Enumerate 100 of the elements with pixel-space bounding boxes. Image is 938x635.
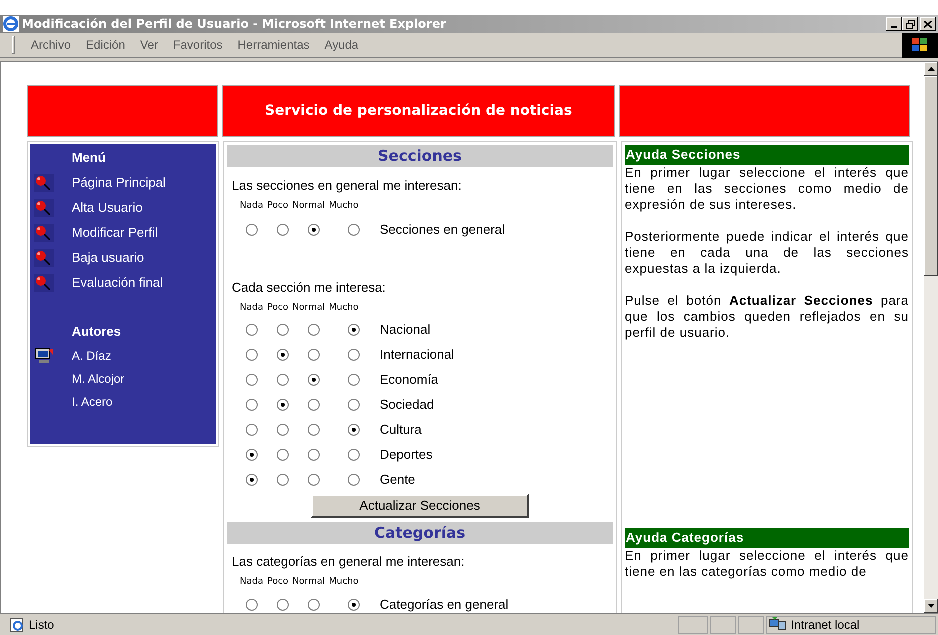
radio-button[interactable] bbox=[246, 474, 258, 486]
pushpin-icon bbox=[34, 198, 54, 216]
section-heading: Secciones bbox=[227, 145, 613, 167]
radio-button[interactable] bbox=[348, 348, 360, 360]
option-label: Nacional bbox=[380, 320, 431, 339]
restore-button[interactable] bbox=[902, 17, 918, 31]
radio-button[interactable] bbox=[308, 224, 320, 236]
author-link[interactable]: I. Acero bbox=[72, 392, 113, 410]
radio-button[interactable] bbox=[308, 324, 320, 336]
radio-button[interactable] bbox=[348, 424, 360, 436]
help-heading: Ayuda Categorías bbox=[625, 528, 909, 548]
prompt-text: Cada sección me interesa: bbox=[232, 279, 387, 297]
restore-icon bbox=[906, 20, 914, 28]
radio-button[interactable] bbox=[348, 598, 360, 610]
scale-label: Poco bbox=[267, 576, 289, 588]
menu-item[interactable]: Ayuda bbox=[324, 36, 359, 54]
nav-link[interactable]: Alta Usuario bbox=[72, 198, 143, 218]
radio-button[interactable] bbox=[246, 598, 258, 610]
radio-button[interactable] bbox=[277, 474, 289, 486]
radio-button[interactable] bbox=[246, 324, 258, 336]
menu-item[interactable]: Edición bbox=[86, 36, 126, 54]
scale-label: Poco bbox=[267, 200, 289, 212]
radio-button[interactable] bbox=[277, 324, 289, 336]
option-label: Gente bbox=[380, 470, 416, 489]
radio-button[interactable] bbox=[246, 448, 258, 460]
radio-button[interactable] bbox=[348, 474, 360, 486]
pushpin-icon bbox=[34, 274, 54, 292]
close-icon bbox=[924, 20, 932, 28]
radio-button[interactable] bbox=[348, 448, 360, 460]
radio-button[interactable] bbox=[277, 424, 289, 436]
radio-button[interactable] bbox=[246, 398, 258, 410]
menu-item[interactable]: Herramientas bbox=[238, 36, 310, 54]
radio-button[interactable] bbox=[308, 374, 320, 386]
scale-label: Normal bbox=[292, 200, 326, 212]
status-panel bbox=[678, 616, 708, 634]
scroll-down-icon bbox=[928, 604, 934, 608]
zone-text: Intranet local bbox=[791, 616, 860, 634]
pushpin-icon bbox=[34, 174, 54, 192]
update-sections-button[interactable]: Actualizar Secciones bbox=[311, 494, 529, 518]
option-label: Deportes bbox=[380, 446, 433, 464]
radio-button[interactable] bbox=[348, 374, 360, 386]
section-heading: Categorías bbox=[227, 522, 613, 544]
radio-button[interactable] bbox=[308, 348, 320, 360]
author-link[interactable]: A. Díaz bbox=[72, 346, 112, 364]
nav-link[interactable]: Evaluación final bbox=[72, 272, 164, 292]
radio-button[interactable] bbox=[246, 374, 258, 386]
windows-logo-icon bbox=[911, 37, 929, 53]
radio-button[interactable] bbox=[308, 474, 320, 486]
radio-button[interactable] bbox=[308, 398, 320, 410]
help-heading: Ayuda Secciones bbox=[625, 145, 909, 165]
radio-button[interactable] bbox=[246, 348, 258, 360]
minimize-button[interactable] bbox=[886, 17, 902, 31]
radio-button[interactable] bbox=[246, 224, 258, 236]
radio-button[interactable] bbox=[246, 424, 258, 436]
menu-heading: Menú bbox=[72, 149, 107, 167]
radio-button[interactable] bbox=[277, 448, 289, 460]
radio-button[interactable] bbox=[277, 224, 289, 236]
help-paragraph: En primer lugar seleccione el interés que tiene en las secciones como medio de expresión de sus intereses. bbox=[625, 165, 909, 213]
scrollbar[interactable] bbox=[924, 62, 938, 613]
status-panel bbox=[738, 616, 764, 634]
nav-link[interactable]: Modificar Perfil bbox=[72, 222, 158, 242]
minimize-icon bbox=[891, 26, 897, 28]
authors-heading: Autores bbox=[72, 322, 122, 341]
radio-button[interactable] bbox=[308, 448, 320, 460]
scale-label: Nada bbox=[240, 302, 264, 314]
menu-item[interactable]: Archivo bbox=[31, 36, 72, 54]
pushpin-icon bbox=[34, 224, 54, 242]
scale-label: Mucho bbox=[329, 576, 359, 588]
radio-button[interactable] bbox=[348, 224, 360, 236]
scale-label: Mucho bbox=[329, 200, 359, 212]
menu-item[interactable]: Favoritos bbox=[173, 36, 223, 54]
option-label: Cultura bbox=[380, 420, 422, 439]
browser-icon bbox=[3, 16, 19, 32]
menu-item[interactable]: Ver bbox=[140, 36, 158, 54]
nav-link[interactable]: Página Principal bbox=[72, 172, 166, 192]
window-title: Modificación del Perfil de Usuario - Microsoft Internet Explorer bbox=[22, 16, 448, 33]
radio-button[interactable] bbox=[308, 424, 320, 436]
scroll-up-icon bbox=[928, 67, 934, 71]
radio-button[interactable] bbox=[277, 598, 289, 610]
radio-button[interactable] bbox=[348, 398, 360, 410]
author-link[interactable]: M. Alcojor bbox=[72, 370, 125, 388]
page-icon bbox=[10, 618, 26, 632]
radio-button[interactable] bbox=[308, 598, 320, 610]
radio-button[interactable] bbox=[277, 348, 289, 360]
scale-label: Nada bbox=[240, 576, 264, 588]
monitor-icon bbox=[34, 348, 54, 364]
scale-label: Normal bbox=[292, 302, 326, 314]
nav-link[interactable]: Baja usuario bbox=[72, 248, 144, 268]
prompt-text: Las secciones en general me interesan: bbox=[232, 177, 463, 195]
option-label: Economía bbox=[380, 370, 439, 389]
scale-label: Mucho bbox=[329, 302, 359, 314]
pushpin-icon bbox=[34, 248, 54, 266]
close-button[interactable] bbox=[920, 17, 936, 31]
radio-button[interactable] bbox=[277, 374, 289, 386]
option-label: Internacional bbox=[380, 346, 454, 364]
banner-title: Servicio de personalización de noticias bbox=[222, 85, 615, 137]
radio-button[interactable] bbox=[277, 398, 289, 410]
radio-button[interactable] bbox=[348, 324, 360, 336]
scale-label: Nada bbox=[240, 200, 264, 212]
help-paragraph: Posteriormente puede indicar el interés que tiene en cada una de las secciones expuestas a la izquierda. bbox=[625, 229, 909, 277]
